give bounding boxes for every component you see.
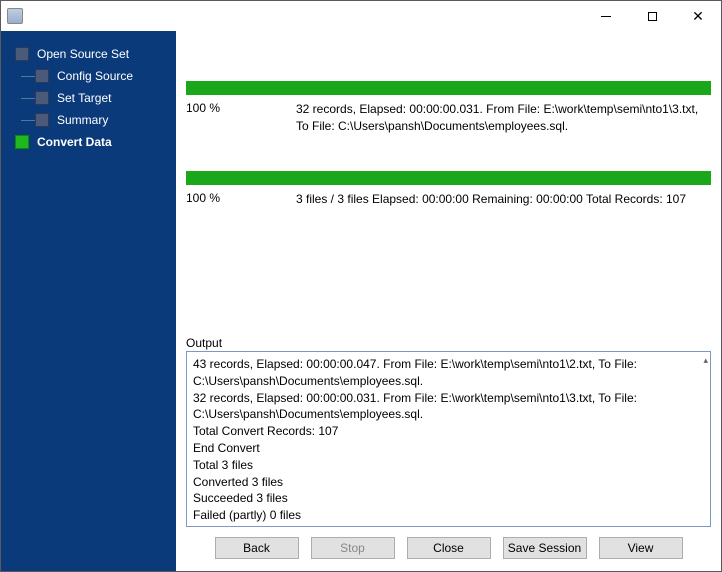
output-line: Converted 3 files bbox=[193, 474, 704, 491]
file-progress-bar bbox=[186, 81, 711, 95]
sidebar-item-summary[interactable]: Summary bbox=[1, 109, 176, 131]
window-controls: ✕ bbox=[583, 1, 721, 31]
back-button[interactable]: Back bbox=[215, 537, 299, 559]
total-progress-details: 3 files / 3 files Elapsed: 00:00:00 Rema… bbox=[296, 191, 711, 208]
output-line: 32 records, Elapsed: 00:00:00.031. From … bbox=[193, 390, 704, 424]
close-button[interactable]: Close bbox=[407, 537, 491, 559]
titlebar: ✕ bbox=[1, 1, 721, 31]
sidebar-item-label: Open Source Set bbox=[37, 47, 129, 61]
sidebar-item-label: Config Source bbox=[57, 69, 133, 83]
output-label: Output bbox=[186, 336, 711, 350]
total-progress-info: 100 % 3 files / 3 files Elapsed: 00:00:0… bbox=[186, 191, 711, 208]
sidebar-item-set-target[interactable]: Set Target bbox=[1, 87, 176, 109]
tree-node-icon bbox=[15, 135, 29, 149]
total-progress-percent: 100 % bbox=[186, 191, 256, 208]
main-panel: 100 % 32 records, Elapsed: 00:00:00.031.… bbox=[176, 31, 721, 571]
tree-node-icon bbox=[35, 113, 49, 127]
file-progress-block: 100 % 32 records, Elapsed: 00:00:00.031.… bbox=[186, 81, 711, 135]
sidebar-item-config-source[interactable]: Config Source bbox=[1, 65, 176, 87]
titlebar-left bbox=[7, 8, 29, 24]
scroll-up-icon[interactable]: ▴ bbox=[703, 354, 708, 367]
save-session-button[interactable]: Save Session bbox=[503, 537, 587, 559]
wizard-tree: Open Source Set Config Source Set Target… bbox=[1, 43, 176, 153]
output-line: Failed (partly) 0 files bbox=[193, 507, 704, 524]
tree-node-icon bbox=[35, 69, 49, 83]
output-line: End Convert bbox=[193, 440, 704, 457]
file-progress-percent: 100 % bbox=[186, 101, 256, 135]
total-progress-block: 100 % 3 files / 3 files Elapsed: 00:00:0… bbox=[186, 171, 711, 208]
minimize-button[interactable] bbox=[583, 1, 629, 31]
progress-area: 100 % 32 records, Elapsed: 00:00:00.031.… bbox=[186, 31, 711, 330]
file-progress-info: 100 % 32 records, Elapsed: 00:00:00.031.… bbox=[186, 101, 711, 135]
sidebar-item-label: Summary bbox=[57, 113, 108, 127]
output-line: 43 records, Elapsed: 00:00:00.047. From … bbox=[193, 356, 704, 390]
file-progress-details: 32 records, Elapsed: 00:00:00.031. From … bbox=[296, 101, 711, 135]
output-textbox[interactable]: ▴ 43 records, Elapsed: 00:00:00.047. Fro… bbox=[186, 351, 711, 527]
tree-node-icon bbox=[35, 91, 49, 105]
tree-node-icon bbox=[15, 47, 29, 61]
app-icon bbox=[7, 8, 23, 24]
sidebar-item-convert-data[interactable]: Convert Data bbox=[1, 131, 176, 153]
output-line: Succeeded 3 files bbox=[193, 490, 704, 507]
sidebar-item-label: Convert Data bbox=[37, 135, 112, 149]
stop-button: Stop bbox=[311, 537, 395, 559]
sidebar: Open Source Set Config Source Set Target… bbox=[1, 31, 176, 571]
output-line: Total 3 files bbox=[193, 457, 704, 474]
body-area: Open Source Set Config Source Set Target… bbox=[1, 31, 721, 571]
output-line: Total Convert Records: 107 bbox=[193, 423, 704, 440]
button-row: Back Stop Close Save Session View bbox=[186, 527, 711, 563]
view-button[interactable]: View bbox=[599, 537, 683, 559]
total-progress-bar bbox=[186, 171, 711, 185]
close-window-button[interactable]: ✕ bbox=[675, 1, 721, 31]
maximize-button[interactable] bbox=[629, 1, 675, 31]
sidebar-item-label: Set Target bbox=[57, 91, 111, 105]
sidebar-item-open-source-set[interactable]: Open Source Set bbox=[1, 43, 176, 65]
app-window: ✕ Open Source Set Config Source Set Targ… bbox=[0, 0, 722, 572]
text-caret: | bbox=[193, 524, 704, 527]
